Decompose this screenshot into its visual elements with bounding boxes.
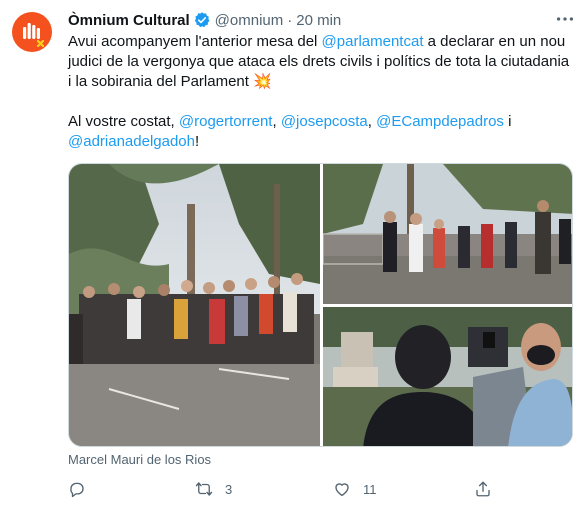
text-segment: Avui acompanyem l'anterior mesa del: [68, 33, 322, 50]
like-button[interactable]: 11: [333, 476, 377, 502]
media-grid: [68, 163, 573, 447]
photo-politicians-walking[interactable]: [323, 164, 572, 304]
retweet-count: 3: [225, 481, 233, 497]
share-icon: [476, 481, 490, 497]
retweet-icon: [195, 482, 213, 496]
avatar[interactable]: [12, 12, 52, 52]
like-icon: [335, 483, 349, 497]
text-segment: i: [503, 113, 512, 130]
more-options-icon[interactable]: [554, 8, 576, 30]
share-button[interactable]: [474, 476, 492, 502]
collision-emoji: 💥: [253, 73, 272, 90]
text-segment: !: [195, 133, 200, 150]
text-segment: ,: [272, 113, 281, 130]
like-count: 11: [363, 481, 377, 497]
verified-badge-icon: [194, 12, 210, 28]
retweet-button[interactable]: 3: [195, 476, 232, 502]
tweet-card[interactable]: Òmnium Cultural @omnium · 20 min Avui ac…: [0, 0, 584, 507]
text-segment: ,: [367, 113, 377, 130]
action-bar: 3 11: [68, 476, 574, 502]
media-credit[interactable]: Marcel Mauri de los Rios: [68, 452, 211, 467]
tweet-header: Òmnium Cultural @omnium · 20 min: [68, 10, 341, 30]
photo-interview-closeup[interactable]: [323, 307, 572, 446]
mention-adrianadelgadoh[interactable]: @adrianadelgadoh: [68, 133, 195, 150]
separator-dot: ·: [287, 11, 293, 29]
tweet-timestamp[interactable]: 20 min: [296, 12, 341, 29]
tweet-paragraph-1: Avui acompanyem l'anterior mesa del @par…: [68, 32, 574, 92]
mention-parlamentcat[interactable]: @parlamentcat: [322, 33, 424, 50]
mention-ecampdepadros[interactable]: @ECampdepadros: [376, 113, 504, 130]
reply-icon: [70, 482, 84, 498]
omnium-logo-icon: [23, 23, 45, 48]
mention-josepcosta[interactable]: @josepcosta: [281, 113, 368, 130]
text-segment: Al vostre costat,: [68, 113, 179, 130]
tweet-text: Avui acompanyem l'anterior mesa del @par…: [68, 32, 574, 152]
reply-button[interactable]: [68, 476, 98, 502]
mention-rogertorrent[interactable]: @rogertorrent: [179, 113, 273, 130]
photo-crowd-street[interactable]: [69, 164, 320, 446]
author-name[interactable]: Òmnium Cultural: [68, 12, 190, 29]
author-handle[interactable]: @omnium: [215, 12, 284, 29]
tweet-paragraph-2: Al vostre costat, @rogertorrent, @josepc…: [68, 112, 574, 152]
